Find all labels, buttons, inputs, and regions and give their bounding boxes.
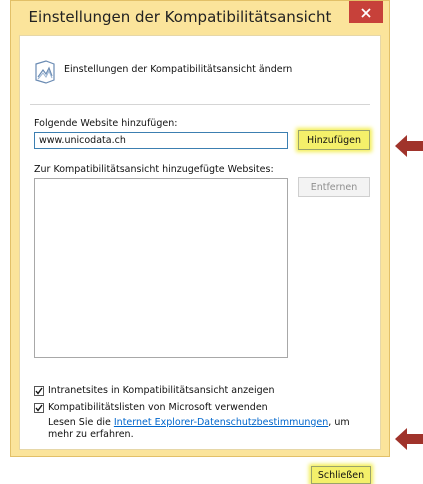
dialog-title: Einstellungen der Kompatibilitätsansicht	[28, 8, 332, 26]
remove-button[interactable]: Entfernen	[298, 177, 370, 197]
header-text: Einstellungen der Kompatibilitätsansicht…	[64, 64, 293, 75]
close-icon	[361, 3, 371, 22]
checkmark-icon	[35, 387, 43, 395]
sites-list-label: Zur Kompatibilitätsansicht hinzugefügte …	[34, 164, 274, 175]
add-site-label: Folgende Website hinzufügen:	[34, 118, 178, 129]
microsoft-lists-label: Kompatibilitätslisten von Microsoft verw…	[48, 402, 268, 413]
compatibility-view-icon	[34, 60, 56, 84]
info-prefix: Lesen Sie die	[48, 417, 114, 428]
privacy-link[interactable]: Internet Explorer-Datenschutzbestimmunge…	[114, 417, 328, 428]
dialog-content: Einstellungen der Kompatibilitätsansicht…	[19, 35, 381, 484]
privacy-info: Lesen Sie die Internet Explorer-Datensch…	[48, 417, 373, 441]
arrow-icon	[395, 135, 423, 157]
header-divider	[30, 104, 370, 105]
checkmark-icon	[35, 404, 43, 412]
close-dialog-button[interactable]: Schließen	[311, 466, 371, 484]
add-button[interactable]: Hinzufügen	[298, 130, 370, 150]
intranet-option[interactable]: Intranetsites in Kompatibilitätsansicht …	[34, 385, 275, 396]
intranet-label: Intranetsites in Kompatibilitätsansicht …	[48, 385, 275, 396]
arrow-icon	[395, 428, 423, 450]
close-button[interactable]	[349, 1, 383, 23]
websites-listbox[interactable]	[34, 178, 288, 358]
website-input[interactable]	[34, 132, 288, 149]
intranet-checkbox[interactable]	[34, 385, 44, 396]
dialog-window: Einstellungen der Kompatibilitätsansicht…	[10, 0, 390, 484]
microsoft-lists-option[interactable]: Kompatibilitätslisten von Microsoft verw…	[34, 402, 268, 413]
title-bar[interactable]: Einstellungen der Kompatibilitätsansicht	[11, 1, 389, 34]
microsoft-lists-checkbox[interactable]	[34, 402, 44, 413]
